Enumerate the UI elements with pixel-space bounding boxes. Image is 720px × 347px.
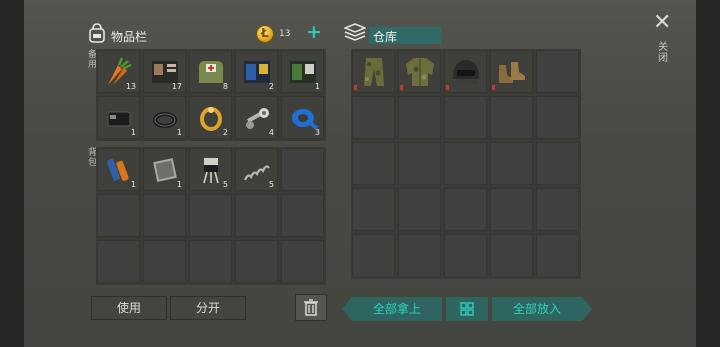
warehouse-slot-23[interactable] <box>444 234 487 277</box>
backpack-slot-14[interactable] <box>235 240 278 283</box>
equip-slot-9[interactable]: 4 <box>235 96 278 139</box>
equip-slot-6[interactable]: 1 <box>97 96 140 139</box>
warehouse-panel <box>351 49 581 279</box>
warehouse-slot-25[interactable] <box>536 234 579 277</box>
warehouse-slot-20[interactable] <box>536 188 579 231</box>
warehouse-slot-5[interactable] <box>536 50 579 93</box>
warehouse-slot-24[interactable] <box>490 234 533 277</box>
put-all-button[interactable]: 全部放入 <box>492 297 582 321</box>
boots-icon <box>499 62 525 83</box>
backpack-panel: 1 1 5 5 <box>96 147 326 285</box>
warehouse-slot-10[interactable] <box>536 96 579 139</box>
backpack-icon <box>89 23 105 43</box>
warehouse-slot-12[interactable] <box>398 142 441 185</box>
trash-icon <box>304 299 318 316</box>
warehouse-slot-18[interactable] <box>444 188 487 231</box>
warehouse-slot-22[interactable] <box>398 234 441 277</box>
warehouse-slot-21[interactable] <box>352 234 395 277</box>
backpack-slot-12[interactable] <box>143 240 186 283</box>
backpack-slot-9[interactable] <box>235 194 278 237</box>
equip-slot-1[interactable]: 13 <box>97 50 140 93</box>
equip-slot-5[interactable]: 1 <box>281 50 324 93</box>
warehouse-slot-2[interactable] <box>398 50 441 93</box>
durability-marker <box>354 85 357 90</box>
backpack-slot-15[interactable] <box>281 240 324 283</box>
warehouse-icon <box>344 23 366 41</box>
close-icon[interactable]: ✕ <box>653 12 671 34</box>
warehouse-slot-3[interactable] <box>444 50 487 93</box>
left-edge <box>0 0 24 347</box>
backpack-slot-4[interactable]: 5 <box>235 148 278 191</box>
backpack-slot-8[interactable] <box>189 194 232 237</box>
equip-slot-10[interactable]: 3 <box>281 96 324 139</box>
backpack-slot-5[interactable] <box>281 148 324 191</box>
coin-count: 13 <box>279 29 291 39</box>
backpack-slot-3[interactable]: 5 <box>189 148 232 191</box>
camo-jacket-icon <box>406 58 434 86</box>
durability-marker <box>400 85 403 90</box>
close-label[interactable]: 关闭 <box>658 42 670 64</box>
use-button[interactable]: 使用 <box>91 296 167 320</box>
warehouse-slot-4[interactable] <box>490 50 533 93</box>
durability-marker <box>492 85 495 90</box>
warehouse-slot-19[interactable] <box>490 188 533 231</box>
backpack-slot-13[interactable] <box>189 240 232 283</box>
trash-button[interactable] <box>295 294 327 321</box>
equip-slot-7[interactable]: 1 <box>143 96 186 139</box>
warehouse-slot-15[interactable] <box>536 142 579 185</box>
grid-icon <box>460 302 474 316</box>
warehouse-slot-6[interactable] <box>352 96 395 139</box>
equip-slot-3[interactable]: 8 <box>189 50 232 93</box>
backpack-slot-2[interactable]: 1 <box>143 148 186 191</box>
warehouse-slot-16[interactable] <box>352 188 395 231</box>
equip-panel: 13 17 8 2 1 1 1 2 4 3 <box>96 49 326 141</box>
split-button[interactable]: 分开 <box>170 296 246 320</box>
warehouse-slot-13[interactable] <box>444 142 487 185</box>
equip-slot-2[interactable]: 17 <box>143 50 186 93</box>
combat-helmet-icon <box>453 60 479 84</box>
inventory-title: 物品栏 <box>111 30 148 44</box>
warehouse-slot-17[interactable] <box>398 188 441 231</box>
equip-slot-8[interactable]: 2 <box>189 96 232 139</box>
camo-pants-icon <box>364 58 384 86</box>
take-all-button[interactable]: 全部拿上 <box>352 297 442 321</box>
backpack-slot-1[interactable]: 1 <box>97 148 140 191</box>
add-coins-button[interactable]: + <box>306 22 322 42</box>
warehouse-title-bar: 仓库 <box>369 27 441 44</box>
warehouse-slot-8[interactable] <box>444 96 487 139</box>
backpack-slot-7[interactable] <box>143 194 186 237</box>
durability-marker <box>446 85 449 90</box>
right-edge <box>696 0 720 347</box>
warehouse-slot-7[interactable] <box>398 96 441 139</box>
warehouse-slot-1[interactable] <box>352 50 395 93</box>
equip-slot-4[interactable]: 2 <box>235 50 278 93</box>
backpack-slot-10[interactable] <box>281 194 324 237</box>
sort-grid-button[interactable] <box>446 297 488 321</box>
backpack-slot-6[interactable] <box>97 194 140 237</box>
warehouse-slot-11[interactable] <box>352 142 395 185</box>
warehouse-title: 仓库 <box>373 30 398 44</box>
warehouse-slot-9[interactable] <box>490 96 533 139</box>
backpack-slot-11[interactable] <box>97 240 140 283</box>
warehouse-slot-14[interactable] <box>490 142 533 185</box>
coin-icon <box>256 25 274 43</box>
